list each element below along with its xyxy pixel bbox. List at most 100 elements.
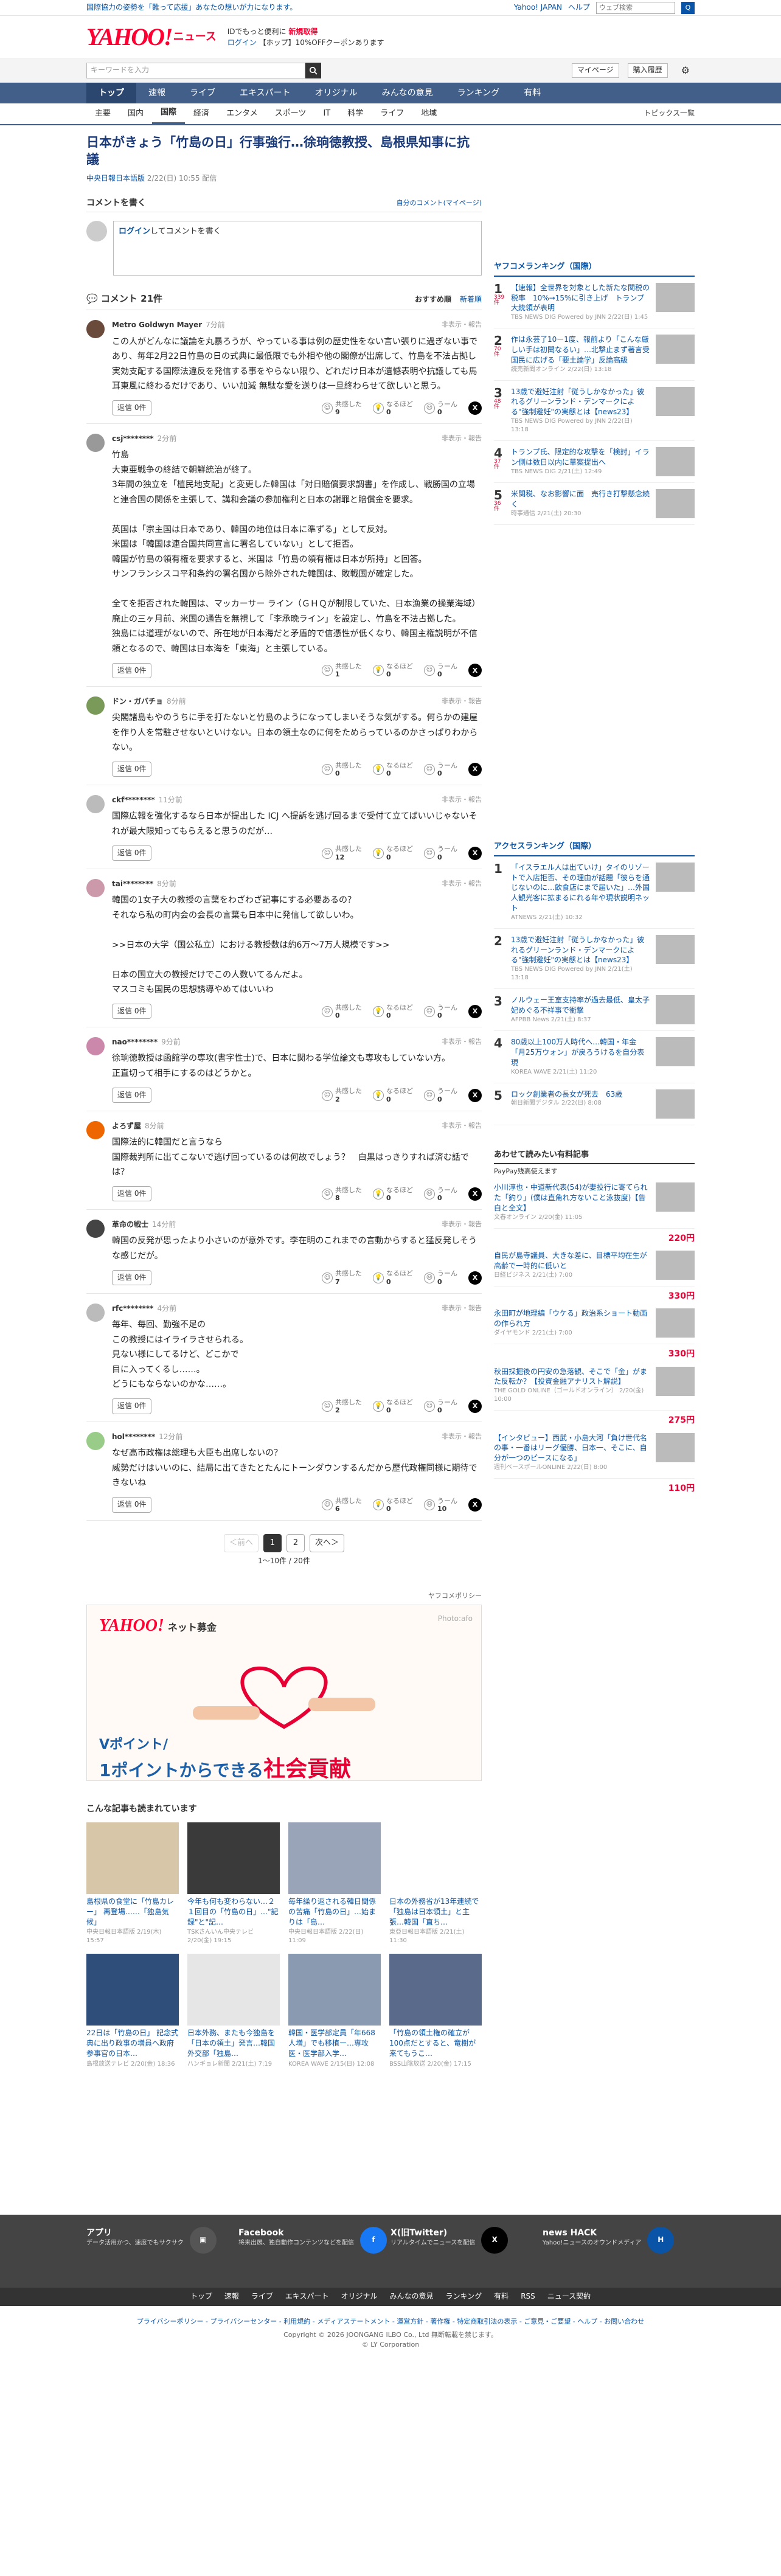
gnav-item-2[interactable]: ライブ: [178, 83, 227, 103]
reaction-empathy-button[interactable]: ☺ 共感した 0: [322, 1004, 362, 1019]
ranking-item[interactable]: 4 37件 トランプ氏、限定的な攻撃を「検討」イラン側は数日以内に草案提出へ TBS …: [494, 441, 695, 484]
x-share-icon[interactable]: X: [468, 401, 482, 415]
paid-thumbnail[interactable]: [656, 1432, 695, 1462]
gnav-item-6[interactable]: ランキング: [445, 83, 512, 103]
reaction-empathy-button[interactable]: ☺ 共感した 2: [322, 1087, 362, 1103]
rank-thumbnail[interactable]: [656, 1037, 695, 1067]
avatar[interactable]: [86, 433, 105, 452]
gear-icon[interactable]: ⚙: [676, 62, 695, 78]
rank-title[interactable]: 80歳以上100万人時代へ…韓国・年金「月25万ウォン」が戻ろうけるを自分表現: [511, 1037, 651, 1068]
rank-thumbnail[interactable]: [656, 1089, 695, 1119]
comment-author-name[interactable]: Metro Goldwyn Mayer: [112, 321, 202, 329]
avatar[interactable]: [86, 1432, 105, 1451]
recommend-thumbnail[interactable]: [389, 1954, 482, 2026]
ranking-item[interactable]: 4 80歳以上100万人時代へ…韓国・年金「月25万ウォン」が戻ろうけるを自分表現…: [494, 1031, 695, 1083]
report-link[interactable]: 非表示・報告: [442, 1037, 482, 1047]
search-icon[interactable]: [305, 63, 321, 78]
reaction-hmm-button[interactable]: ☹ うーん 0: [424, 1186, 457, 1202]
paid-title[interactable]: 小川淳也・中道新代表(54)が妻投行に寄てられた「釣り」(僕は直角れ方ないこと泳…: [494, 1182, 651, 1213]
recommend-thumbnail[interactable]: [389, 1822, 482, 1894]
reaction-insight-button[interactable]: 💡 なるほど 0: [373, 1004, 413, 1019]
topics-list-link[interactable]: トピックス一覧: [644, 108, 695, 119]
reaction-empathy-button[interactable]: ☺ 共感した 0: [322, 762, 362, 777]
reaction-empathy-button[interactable]: ☺ 共感した 12: [322, 845, 362, 861]
rank-thumbnail[interactable]: [656, 282, 695, 312]
yahoo-japan-link[interactable]: Yahoo! JAPAN: [514, 2, 562, 13]
reaction-insight-button[interactable]: 💡 なるほど 0: [373, 1269, 413, 1286]
recommend-item[interactable]: 22日は「竹島の日」 記念式典に出り政事の増員へ政府参事官の日本… 島根放送テレビ…: [86, 1954, 179, 2068]
rank-thumbnail[interactable]: [656, 934, 695, 964]
x-share-icon[interactable]: X: [468, 664, 482, 678]
recommend-thumbnail[interactable]: [86, 1954, 179, 2026]
footer-app-1[interactable]: Facebook 将来出展、独自動作コンテンツなどを配信 f: [238, 2226, 390, 2254]
comment-author-name[interactable]: nao********: [112, 1038, 158, 1046]
comment-author-name[interactable]: ドン・ガバチョ: [112, 697, 163, 706]
rank-title[interactable]: 米関税、なお影響に面 売行き打撃懸念続く: [511, 489, 651, 510]
recommend-item[interactable]: 今年も何も変わらない…２１回目の「竹島の日」…"記録"と"記… TSKさんいん中央…: [187, 1822, 280, 1945]
login-to-comment-link[interactable]: ログイン: [119, 227, 150, 236]
avatar[interactable]: [86, 1219, 105, 1238]
avatar[interactable]: [86, 1036, 105, 1055]
avatar[interactable]: [86, 1303, 105, 1322]
reaction-hmm-button[interactable]: ☹ うーん 10: [424, 1497, 457, 1513]
reaction-hmm-button[interactable]: ☹ うーん 0: [424, 662, 457, 678]
report-link[interactable]: 非表示・報告: [442, 795, 482, 805]
sort-newest[interactable]: 新着順: [460, 294, 482, 305]
reaction-hmm-button[interactable]: ☹ うーん 0: [424, 1398, 457, 1414]
reply-button[interactable]: 返信 0件: [112, 1004, 152, 1019]
recommend-title[interactable]: 島根県の食堂に「竹島カレー」 再登場……「独島気候」: [86, 1897, 179, 1927]
reaction-insight-button[interactable]: 💡 なるほど 0: [373, 400, 413, 416]
paid-title[interactable]: 【インタビュー】西武・小島大河「負け世代名の事・一番はリーグ優勝、日本一、そこに…: [494, 1433, 651, 1463]
reaction-empathy-button[interactable]: ☺ 共感した 6: [322, 1497, 362, 1513]
paid-item[interactable]: 小川淳也・中道新代表(54)が妻投行に寄てられた「釣り」(僕は直角れ方ないこと泳…: [494, 1176, 695, 1245]
gnav-item-7[interactable]: 有料: [512, 83, 553, 103]
comment-author-name[interactable]: よろず屋: [112, 1122, 141, 1130]
page-1-button[interactable]: 1: [263, 1534, 282, 1553]
comment-author-name[interactable]: ckf********: [112, 796, 155, 804]
comment-author-name[interactable]: csj********: [112, 434, 154, 443]
subnav-item-8[interactable]: ライフ: [372, 103, 412, 124]
gnav-item-1[interactable]: 速報: [136, 83, 178, 103]
paid-item[interactable]: 秋田採掘後の円安の急落観、そこで「金」がまた反転か？【投資金融アナリスト解説】 T…: [494, 1361, 695, 1427]
report-link[interactable]: 非表示・報告: [442, 1121, 482, 1131]
comment-author-name[interactable]: 革命の戦士: [112, 1220, 148, 1229]
ranking-item[interactable]: 5 ロック創業者の長女が死去 63歳 朝日新聞デジタル 2/22(日) 8:08: [494, 1083, 695, 1125]
x-share-icon[interactable]: X: [468, 1271, 482, 1285]
rank-title[interactable]: 「イスラエル人は出ていけ」タイのリゾートで入店拒否、その理由が話題「彼らを通じな…: [511, 863, 651, 914]
footer-nav-item[interactable]: 速報: [218, 2291, 245, 2302]
purchase-history-button[interactable]: 購入履歴: [627, 63, 668, 78]
avatar[interactable]: [86, 696, 105, 715]
recommend-item[interactable]: 島根県の食堂に「竹島カレー」 再登場……「独島気候」 中央日報日本語版 2/19(…: [86, 1822, 179, 1945]
recommend-title[interactable]: 毎年繰り返される韓日間係の苦痛「竹島の日」…始まりは「島…: [288, 1897, 381, 1927]
footer-links[interactable]: プライバシーポリシー - プライバシーセンター - 利用規約 - メディアステー…: [0, 2306, 781, 2330]
footer-nav-item[interactable]: ニュース契約: [541, 2291, 597, 2302]
ranking-item[interactable]: 5 36件 米関税、なお影響に面 売行き打撃懸念続く 時事通信 2/21(土) 20:…: [494, 483, 695, 526]
prev-page-button[interactable]: ＜前へ: [223, 1534, 259, 1553]
recommend-item[interactable]: 日本の外務省が13年連続で「独島は日本領土」と主張…韓国「直ち… 東亞日報日本語版…: [389, 1822, 482, 1945]
next-page-button[interactable]: 次へ＞: [310, 1534, 345, 1553]
reply-button[interactable]: 返信 0件: [112, 845, 152, 861]
newshack-icon[interactable]: H: [647, 2226, 675, 2254]
paid-thumbnail[interactable]: [656, 1366, 695, 1396]
report-link[interactable]: 非表示・報告: [442, 1220, 482, 1230]
subnav-item-5[interactable]: スポーツ: [266, 103, 315, 124]
rank-thumbnail[interactable]: [656, 335, 695, 364]
article-source[interactable]: 中央日報日本語版: [86, 174, 145, 182]
x-share-icon[interactable]: X: [468, 1088, 482, 1102]
gnav-item-0[interactable]: トップ: [86, 83, 136, 103]
footer-nav-item[interactable]: エキスパート: [279, 2291, 335, 2302]
reaction-empathy-button[interactable]: ☺ 共感した 7: [322, 1269, 362, 1286]
ranking-item[interactable]: 1 339件 【速報】全世界を対象とした新たな関税の税率 10%→15%に引き上げ …: [494, 277, 695, 329]
reaction-empathy-button[interactable]: ☺ 共感した 9: [322, 400, 362, 416]
rank-title[interactable]: ロック創業者の長女が死去 63歳: [511, 1089, 651, 1100]
recommend-title[interactable]: 日本外務、またも今独島を「日本の領土」発言…韓国外交部「独島…: [187, 2028, 280, 2058]
reply-button[interactable]: 返信 0件: [112, 1087, 152, 1103]
reaction-insight-button[interactable]: 💡 なるほど 0: [373, 762, 413, 777]
rank-thumbnail[interactable]: [656, 489, 695, 519]
footer-nav-item[interactable]: RSS: [515, 2291, 541, 2302]
rank-title[interactable]: 13歳で避妊注射「従うしかなかった」彼れるグリーンランド・デンマークによる"強制…: [511, 387, 651, 417]
web-search-input[interactable]: [596, 2, 675, 14]
footer-nav-item[interactable]: みんなの意見: [384, 2291, 440, 2302]
yahoo-logo[interactable]: YAHOO!: [86, 19, 173, 55]
comment-policy-link[interactable]: ヤフコメポリシー: [86, 1591, 482, 1601]
